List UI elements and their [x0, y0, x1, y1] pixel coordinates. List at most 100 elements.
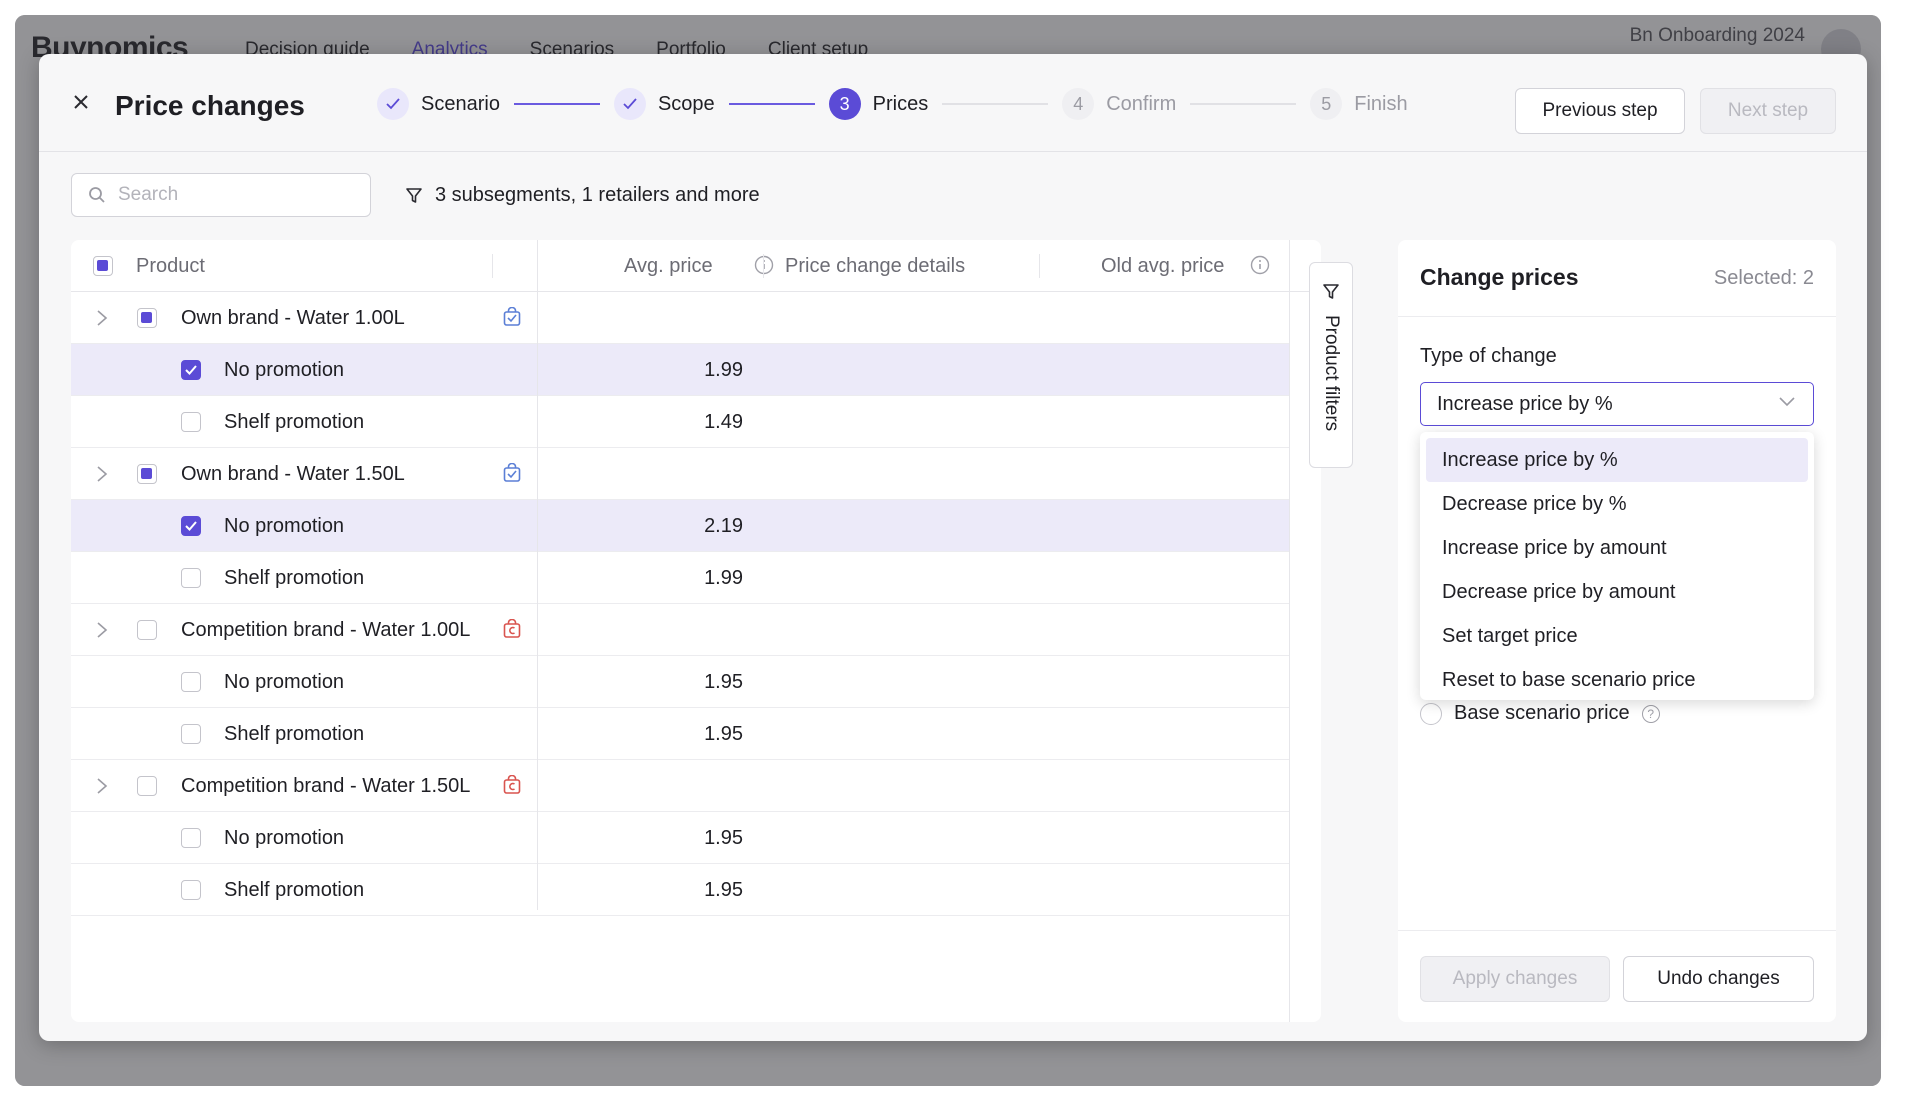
- product-name: Own brand - Water 1.50L: [181, 463, 405, 485]
- row-checkbox[interactable]: [181, 724, 201, 744]
- row-checkbox[interactable]: [181, 360, 201, 380]
- table-row[interactable]: Shelf promotion 1.95: [71, 708, 1289, 760]
- step-connector: [513, 103, 600, 105]
- step-label: Finish: [1354, 92, 1408, 115]
- type-of-change-select[interactable]: Increase price by %: [1420, 382, 1814, 426]
- table-row[interactable]: Shelf promotion 1.95: [71, 864, 1289, 916]
- step-number: 3: [828, 88, 861, 120]
- chevron-down-icon: [1779, 397, 1795, 407]
- step-finish: 5 Finish: [1310, 88, 1408, 120]
- close-icon[interactable]: [71, 92, 91, 112]
- row-checkbox[interactable]: [181, 880, 201, 900]
- col-price-change-details[interactable]: Price change details: [785, 255, 965, 278]
- row-checkbox[interactable]: [137, 308, 157, 328]
- product-name: Shelf promotion: [224, 411, 365, 433]
- step-prices[interactable]: 3 Prices: [828, 88, 928, 120]
- column-divider: [1289, 240, 1290, 1022]
- table-group-row[interactable]: Own brand - Water 1.50L: [71, 448, 1289, 500]
- filter-icon: [406, 187, 422, 203]
- info-icon[interactable]: [1250, 255, 1270, 275]
- col-avg-price[interactable]: Avg. price: [624, 255, 713, 278]
- product-name: Competition brand - Water 1.50L: [181, 775, 471, 797]
- step-connector: [942, 103, 1049, 105]
- table-row[interactable]: Shelf promotion 1.49: [71, 396, 1289, 448]
- product-table: Product Avg. price Price change details …: [71, 240, 1321, 1022]
- modal-header: Price changes Scenario Scope 3 Prices 4 …: [39, 54, 1867, 152]
- row-checkbox[interactable]: [181, 828, 201, 848]
- table-row[interactable]: No promotion 1.99: [71, 344, 1289, 396]
- select-all-checkbox[interactable]: [93, 256, 113, 276]
- modal-title: Price changes: [115, 90, 305, 121]
- col-product[interactable]: Product: [136, 255, 205, 278]
- product-name: No promotion: [224, 515, 345, 537]
- product-name: Own brand - Water 1.00L: [181, 307, 405, 329]
- radio-label: Base scenario price: [1454, 702, 1630, 724]
- product-name: Shelf promotion: [224, 567, 365, 589]
- row-checkbox[interactable]: [137, 464, 157, 484]
- base-scenario-price-option[interactable]: Base scenario price ?: [1420, 702, 1660, 725]
- avg-price-cell: 1.95: [704, 827, 743, 849]
- table-row[interactable]: No promotion 2.19: [71, 500, 1289, 552]
- row-checkbox[interactable]: [137, 620, 157, 640]
- option-set-target-price[interactable]: Set target price: [1426, 614, 1808, 658]
- type-of-change-dropdown: Increase price by % Decrease price by % …: [1420, 432, 1814, 700]
- table-group-row[interactable]: Competition brand - Water 1.50L: [71, 760, 1289, 812]
- step-confirm: 4 Confirm: [1062, 88, 1176, 120]
- step-number: 5: [1310, 88, 1343, 120]
- own-brand-icon: [502, 462, 522, 483]
- previous-step-button[interactable]: Previous step: [1515, 88, 1685, 134]
- divider: [1398, 930, 1836, 931]
- option-reset-base-price[interactable]: Reset to base scenario price: [1426, 658, 1808, 702]
- chevron-right-icon[interactable]: [95, 620, 109, 640]
- search-input[interactable]: [118, 184, 358, 206]
- radio-button[interactable]: [1420, 702, 1442, 725]
- product-filters-label: Product filters: [1321, 315, 1342, 432]
- table-header: Product Avg. price Price change details …: [71, 240, 1321, 292]
- product-name: Shelf promotion: [224, 723, 365, 745]
- row-checkbox[interactable]: [181, 672, 201, 692]
- option-increase-amount[interactable]: Increase price by amount: [1426, 526, 1808, 570]
- change-prices-panel: Change prices Selected: 2 Type of change…: [1398, 240, 1836, 1022]
- product-name: No promotion: [224, 359, 345, 381]
- table-group-row[interactable]: Competition brand - Water 1.00L: [71, 604, 1289, 656]
- chevron-right-icon[interactable]: [95, 308, 109, 328]
- option-decrease-amount[interactable]: Decrease price by amount: [1426, 570, 1808, 614]
- filter-summary[interactable]: 3 subsegments, 1 retailers and more: [405, 184, 760, 207]
- table-row[interactable]: No promotion 1.95: [71, 812, 1289, 864]
- avg-price-cell: 1.49: [704, 411, 743, 433]
- search-box: [71, 173, 371, 217]
- chevron-right-icon[interactable]: [95, 776, 109, 796]
- select-value: Increase price by %: [1437, 392, 1613, 415]
- chevron-right-icon[interactable]: [95, 464, 109, 484]
- table-row[interactable]: No promotion 1.95: [71, 656, 1289, 708]
- column-divider: [763, 254, 764, 278]
- table-group-row[interactable]: Own brand - Water 1.00L: [71, 292, 1289, 344]
- competition-brand-icon: [502, 618, 522, 639]
- option-increase-percent[interactable]: Increase price by %: [1426, 438, 1808, 482]
- row-checkbox[interactable]: [181, 412, 201, 432]
- row-checkbox[interactable]: [181, 568, 201, 588]
- product-name: Competition brand - Water 1.00L: [181, 619, 471, 641]
- row-checkbox[interactable]: [181, 516, 201, 536]
- option-decrease-percent[interactable]: Decrease price by %: [1426, 482, 1808, 526]
- avg-price-cell: 1.95: [704, 671, 743, 693]
- column-divider: [1039, 254, 1040, 278]
- info-icon[interactable]: [754, 255, 774, 275]
- step-scope[interactable]: Scope: [613, 88, 715, 120]
- help-icon[interactable]: ?: [1641, 704, 1660, 723]
- table-row[interactable]: Shelf promotion 1.99: [71, 552, 1289, 604]
- step-scenario[interactable]: Scenario: [377, 88, 500, 120]
- step-number: 4: [1062, 88, 1095, 120]
- search-icon: [89, 187, 105, 203]
- undo-changes-button[interactable]: Undo changes: [1623, 956, 1814, 1002]
- product-filters-tab[interactable]: Product filters: [1309, 262, 1353, 468]
- product-name: No promotion: [224, 827, 345, 849]
- divider: [1398, 316, 1836, 317]
- column-divider: [537, 240, 538, 910]
- avg-price-cell: 1.99: [704, 359, 743, 381]
- row-checkbox[interactable]: [137, 776, 157, 796]
- column-divider: [492, 254, 493, 278]
- wizard-stepper: Scenario Scope 3 Prices 4 Confirm 5 Fini…: [377, 86, 1408, 122]
- col-old-avg-price[interactable]: Old avg. price: [1101, 255, 1224, 278]
- product-name: No promotion: [224, 671, 345, 693]
